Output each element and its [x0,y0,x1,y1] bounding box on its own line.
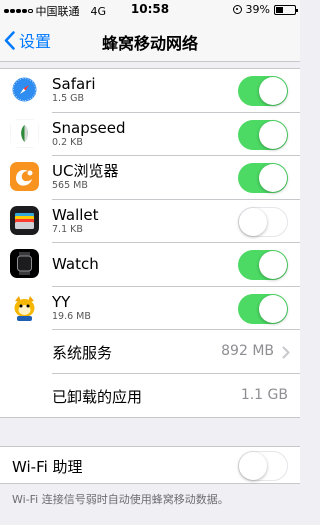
app-usage: 565 MB [52,180,88,191]
navigation-bar: 设置 蜂窝移动网络 [0,18,300,62]
toggle-knob [239,452,267,480]
app-name: UC浏览器 [52,162,119,180]
app-name: Watch [52,255,99,273]
toggle-knob [259,294,287,323]
yy-icon [10,292,39,322]
toggle-knob [239,207,267,236]
uc-browser-icon [10,162,39,191]
app-text: YY 19.6 MB [52,293,91,323]
app-text: Wallet 7.1 KB [52,206,99,236]
wifi-assist-label: Wi-Fi 助理 [12,458,83,476]
status-bar: 中国联通 4G 10:58 39% [0,0,300,18]
toggle-knob [259,164,287,192]
system-services-row[interactable]: 系统服务 892 MB [0,330,300,374]
app-cellular-list: Safari 1.5 GB Snapseed 0.2 KB UC浏览器 565 … [0,68,300,418]
wallet-icon [10,205,39,235]
wifi-assist-toggle[interactable] [238,451,288,481]
snapseed-cellular-toggle[interactable] [238,119,288,150]
battery-fill [276,6,284,13]
uninstalled-apps-row: 已卸载的应用 1.1 GB [0,374,300,418]
toggle-knob [259,77,287,105]
app-name: Snapseed [52,118,126,137]
app-text: Safari 1.5 GB [52,75,96,105]
safari-cellular-toggle[interactable] [238,76,288,106]
app-name: YY [52,292,71,311]
wifi-assist-footer: Wi-Fi 连接信号弱时自动使用蜂窝移动数据。 [12,493,229,506]
list-item-snapseed: Snapseed 0.2 KB [0,113,300,156]
status-right: 39% [232,3,298,16]
watch-icon [10,249,39,278]
toggle-knob [259,120,287,149]
list-item-watch: Watch [0,243,300,287]
system-services-value: 892 MB [221,343,274,359]
app-name: Safari [52,75,96,93]
watch-cellular-toggle[interactable] [238,250,288,280]
app-text: UC浏览器 565 MB [52,162,118,192]
app-name: Wallet [52,205,99,224]
list-item-wallet: Wallet 7.1 KB [0,200,300,243]
yy-cellular-toggle[interactable] [238,293,288,324]
app-text: Snapseed 0.2 KB [52,119,126,149]
app-usage: 0.2 KB [52,136,83,148]
toggle-knob [259,251,287,279]
wifi-assist-row: Wi-Fi 助理 [0,446,300,484]
list-item-uc-browser: UC浏览器 565 MB [0,156,300,200]
snapseed-icon [10,118,39,148]
list-item-safari: Safari 1.5 GB [0,69,300,113]
battery-icon [274,4,298,15]
rotation-lock-icon [232,5,242,14]
chevron-right-icon [282,346,290,359]
page-title: 蜂窝移动网络 [101,34,198,53]
app-usage: 7.1 KB [52,223,83,235]
battery-percent: 39% [245,3,270,16]
wallet-cellular-toggle[interactable] [238,206,288,237]
list-item-yy: YY 19.6 MB [0,287,300,330]
safari-icon [10,75,39,104]
uninstalled-apps-label: 已卸载的应用 [52,387,143,406]
system-services-label: 系统服务 [52,344,113,362]
uc-browser-cellular-toggle[interactable] [238,163,288,193]
app-usage: 19.6 MB [52,310,91,322]
uninstalled-apps-value: 1.1 GB [240,386,288,403]
app-usage: 1.5 GB [52,93,85,104]
